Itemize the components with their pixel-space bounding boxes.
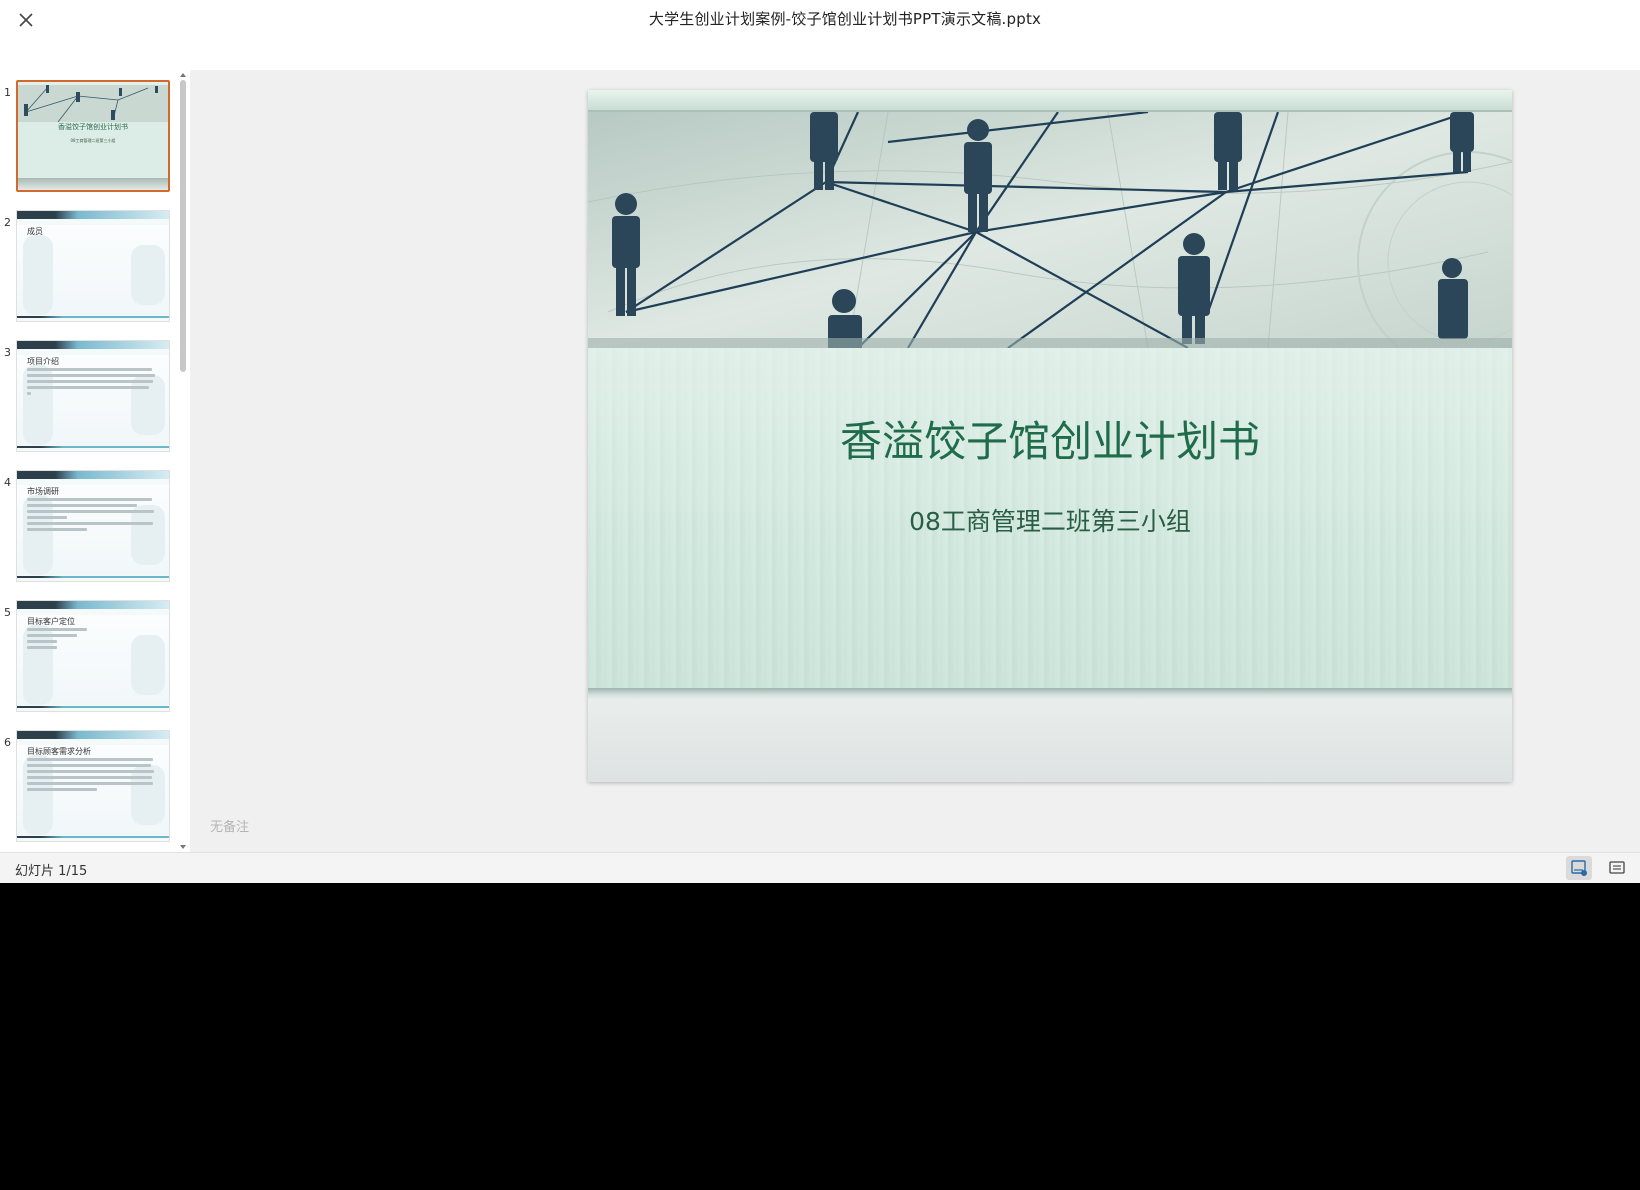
slide-thumbnail-panel[interactable]: 1 香溢饺子馆创业计划书 08工商管理二班第三小组 2 成员 3 项目介绍 4 … <box>0 70 190 852</box>
thumbnail-scrollbar[interactable] <box>179 70 188 852</box>
header-bar: 大学生创业计划案例-饺子馆创业计划书PPT演示文稿.pptx <box>0 0 1640 70</box>
thumbnail-row[interactable]: 4 市场调研 <box>0 464 176 582</box>
notes-view-button[interactable] <box>1566 856 1592 880</box>
thumbnail-title: 市场调研 <box>27 487 59 496</box>
status-bar: 幻灯片 1/15 <box>0 852 1640 883</box>
slide-title[interactable]: 香溢饺子馆创业计划书 <box>588 408 1512 469</box>
thumbnail-title: 成员 <box>27 227 43 236</box>
thumbnail-text-lines <box>27 758 157 794</box>
scrollbar-thumb[interactable] <box>180 80 186 372</box>
thumbnail-row[interactable]: 5 目标客户定位 <box>0 594 176 712</box>
thumbnail-number: 6 <box>4 736 11 749</box>
slide-canvas-area: 香溢饺子馆创业计划书 08工商管理二班第三小组 无备注 <box>190 70 1640 852</box>
thumbnail-row[interactable]: 1 香溢饺子馆创业计划书 08工商管理二班第三小组 <box>0 74 176 192</box>
thumbnail-number: 4 <box>4 476 11 489</box>
thumbnail-network-image <box>18 82 168 122</box>
slide-thumbnail-5[interactable]: 目标客户定位 <box>16 600 170 712</box>
thumbnail-row[interactable]: 3 项目介绍 <box>0 334 176 452</box>
slide-thumbnail-2[interactable]: 成员 <box>16 210 170 322</box>
comment-icon <box>1609 861 1625 874</box>
thumbnail-text-lines <box>27 368 157 398</box>
thumbnail-row[interactable]: 2 成员 <box>0 204 176 322</box>
slide-thumbnail-4[interactable]: 市场调研 <box>16 470 170 582</box>
thumbnail-title: 目标顾客需求分析 <box>27 747 91 756</box>
slide-thumbnail-6[interactable]: 目标顾客需求分析 <box>16 730 170 842</box>
thumbnail-title: 目标客户定位 <box>27 617 75 626</box>
slide-floor <box>588 700 1512 782</box>
speaker-notes[interactable]: 无备注 <box>210 816 249 835</box>
thumbnail-number: 5 <box>4 606 11 619</box>
thumbnail-number: 3 <box>4 346 11 359</box>
thumbnail-number: 1 <box>4 86 11 99</box>
thumbnail-text-lines <box>27 628 157 652</box>
thumbnail-title: 香溢饺子馆创业计划书 <box>58 123 128 131</box>
slide-top-band <box>588 90 1512 112</box>
network-people-image <box>588 112 1512 348</box>
scroll-up-arrow-icon[interactable] <box>180 73 186 77</box>
document-title: 大学生创业计划案例-饺子馆创业计划书PPT演示文稿.pptx <box>648 10 1042 28</box>
thumbnail-number: 2 <box>4 216 11 229</box>
thumbnail-row[interactable]: 6 目标顾客需求分析 <box>0 724 176 842</box>
thumbnail-title: 项目介绍 <box>27 357 59 366</box>
current-slide[interactable]: 香溢饺子馆创业计划书 08工商管理二班第三小组 <box>588 90 1512 782</box>
scroll-down-arrow-icon[interactable] <box>180 845 186 849</box>
thumbnail-subtitle: 08工商管理二班第三小组 <box>70 138 116 143</box>
slide-thumbnail-1[interactable]: 香溢饺子馆创业计划书 08工商管理二班第三小组 <box>16 80 170 192</box>
slide-subtitle[interactable]: 08工商管理二班第三小组 <box>588 502 1512 538</box>
thumbnail-text-lines <box>27 498 157 534</box>
slide-counter: 幻灯片 1/15 <box>15 864 88 879</box>
comment-view-button[interactable] <box>1604 856 1630 880</box>
presentation-viewer: 大学生创业计划案例-饺子馆创业计划书PPT演示文稿.pptx 1 香溢饺子馆创业… <box>0 0 1640 883</box>
notes-view-icon <box>1571 860 1587 876</box>
slide-floor-edge <box>588 688 1512 700</box>
slide-thumbnail-3[interactable]: 项目介绍 <box>16 340 170 452</box>
